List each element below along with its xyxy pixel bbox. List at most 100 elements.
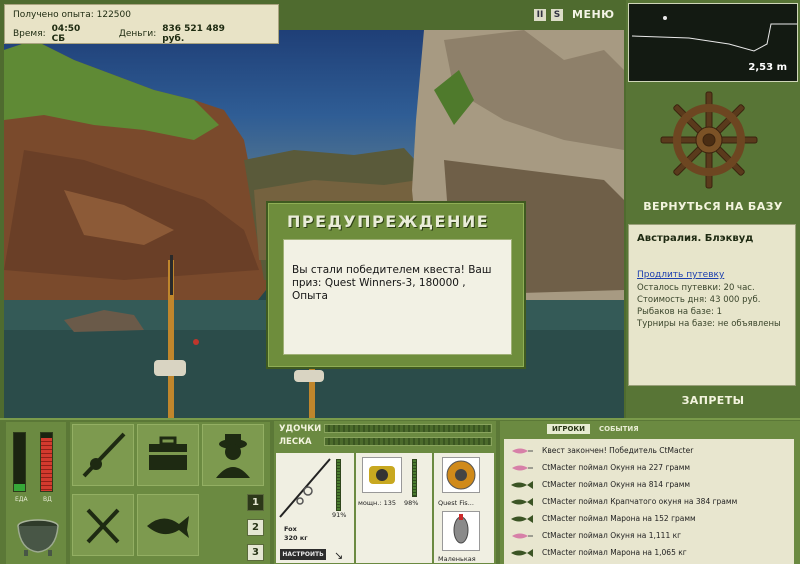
reel-card[interactable] [362,457,402,493]
list-item: Квест закончен! Победитель CtMacter [504,443,794,458]
drink-label: ВД [43,496,52,503]
tab-players[interactable]: ИГРОКИ [547,424,590,434]
line-strength-bar [324,437,492,446]
extend-ticket-link[interactable]: Продлить путевку [637,270,787,280]
angler-icon [216,434,250,478]
return-to-base-button[interactable]: ВЕРНУТЬСЯ НА БАЗУ [628,200,798,213]
ticket-remaining: Осталось путевки: 20 час. [637,283,755,293]
menu-button[interactable]: МЕНЮ [572,8,615,21]
cauldron-icon[interactable] [14,512,62,558]
tackle-panel: УДОЧКИ ЛЕСКА 91% Fox 320 кг НАСТРОИТЬ ↘ … [274,421,496,564]
sound-icon[interactable]: S [551,8,563,21]
list-item: CtMacter поймал Окуня на 1,111 кг [504,528,794,543]
lure-icon [508,530,536,541]
rod-strength-bar [324,424,492,433]
fish-icon [147,516,189,538]
reel-wear-bar [412,459,417,497]
bans-button[interactable]: ЗАПРЕТЫ [628,394,798,407]
event-text: CtMacter поймал Крапчатого окуня на 384 … [542,497,738,506]
lure-card[interactable] [442,511,480,551]
event-text: CtMacter поймал Окуня на 227 грамм [542,463,691,472]
rod-percent: 91% [332,511,347,519]
experience-value: 122500 [96,10,131,20]
card-separator [432,453,434,563]
lure-icon [508,462,536,473]
money-value: 836 521 489 руб. [162,23,225,44]
fish-icon [508,513,536,524]
dialog-message: Вы стали победителем квеста! Ваш приз: Q… [283,239,512,355]
rod-load: 320 кг [284,534,308,542]
warning-dialog: ПРЕДУПРЕЖДЕНИЕ Вы стали победителем квес… [268,203,524,367]
experience-label: Получено опыта: [13,10,94,20]
list-item: CtMacter поймал Марона на 1,065 кг [504,545,794,560]
depth-map: 2,53 m [628,3,798,82]
tab-events[interactable]: СОБЫТИЯ [594,424,644,434]
list-item: CtMacter поймал Окуня на 814 грамм [504,477,794,492]
food-label: ЕДА [15,496,28,503]
reel-power: мощн.: 135 [358,499,396,507]
events-list: Квест закончен! Победитель CtMacter CtMa… [504,439,794,564]
player-stats-panel: Получено опыта: 122500 Время: 04:50 СБ Д… [4,4,279,44]
top-toolbar: II S МЕНЮ [534,8,615,21]
events-panel: ИГРОКИ СОБЫТИЯ Квест закончен! Победител… [500,421,800,564]
fish-icon [508,547,536,558]
slot-3-button[interactable]: 3 [247,544,264,561]
reel-percent: 98% [404,499,419,507]
list-item: CtMacter поймал Марона на 152 грамм [504,511,794,526]
tackle-box-tile[interactable] [137,424,199,486]
food-meter-fill [14,484,25,491]
ship-wheel-icon[interactable] [628,88,798,198]
base-info-panel: Австралия. Блэквуд Продлить путевку Оста… [628,224,796,386]
rod-name: Fox [284,525,297,533]
rods-tile[interactable] [72,424,134,486]
event-text: CtMacter поймал Марона на 152 грамм [542,514,696,523]
list-item: CtMacter поймал Окуня на 227 грамм [504,460,794,475]
food-tile[interactable] [72,494,134,556]
rod-image-icon[interactable] [278,455,336,519]
reel-icon [369,466,395,484]
events-tabs: ИГРОКИ СОБЫТИЯ [547,424,644,434]
event-text: CtMacter поймал Окуня на 1,111 кг [542,531,682,540]
rods-label: УДОЧКИ [279,424,322,434]
fish-tank-tile[interactable] [137,494,199,556]
anglers-count: Рыбаков на базе: 1 [637,307,722,317]
fish-icon [508,496,536,507]
spinner-lure-icon [453,514,469,544]
rod-wear-bar [336,459,341,511]
card-separator [354,453,356,563]
depth-value: 2,53 m [748,62,787,73]
resize-arrow-icon[interactable]: ↘ [334,549,343,562]
line-spool-icon [446,460,476,490]
fork-knife-icon [86,508,120,544]
time-value: 04:50 СБ [51,23,81,44]
tackle-box-icon [149,436,187,470]
base-name: Австралия. Блэквуд [637,233,754,244]
action-tiles [70,422,270,564]
tackle-cards: 91% Fox 320 кг НАСТРОИТЬ ↘ мощн.: 135 98… [276,453,494,563]
money-label: Деньги: [118,28,157,39]
line-spool-card[interactable] [442,457,480,493]
event-text: CtMacter поймал Марона на 1,065 кг [542,548,687,557]
drink-meter [40,432,53,492]
fishing-rod-icon [82,432,126,478]
slot-2-button[interactable]: 2 [247,519,264,536]
fish-icon [508,479,536,490]
day-cost: Стоимость дня: 43 000 руб. [637,295,761,305]
drink-meter-fill [41,437,52,491]
dialog-title: ПРЕДУПРЕЖДЕНИЕ [287,212,490,231]
event-text: Квест закончен! Победитель CtMacter [542,446,694,455]
pause-icon[interactable]: II [534,8,546,21]
slot-1-button[interactable]: 1 [247,494,264,511]
food-meter [13,432,26,492]
tournaments-status: Турниры на базе: не объявлены [637,319,781,329]
line-label: ЛЕСКА [279,437,312,447]
event-text: CtMacter поймал Окуня на 814 грамм [542,480,691,489]
lure-icon [508,445,536,456]
line-name: Quest Fis... [438,499,474,507]
needs-meters: ЕДА ВД [6,422,66,564]
time-label: Время: [13,28,46,39]
character-tile[interactable] [202,424,264,486]
lure-name: Маленькая [438,555,476,563]
list-item: CtMacter поймал Крапчатого окуня на 384 … [504,494,794,509]
configure-button[interactable]: НАСТРОИТЬ [280,549,326,560]
